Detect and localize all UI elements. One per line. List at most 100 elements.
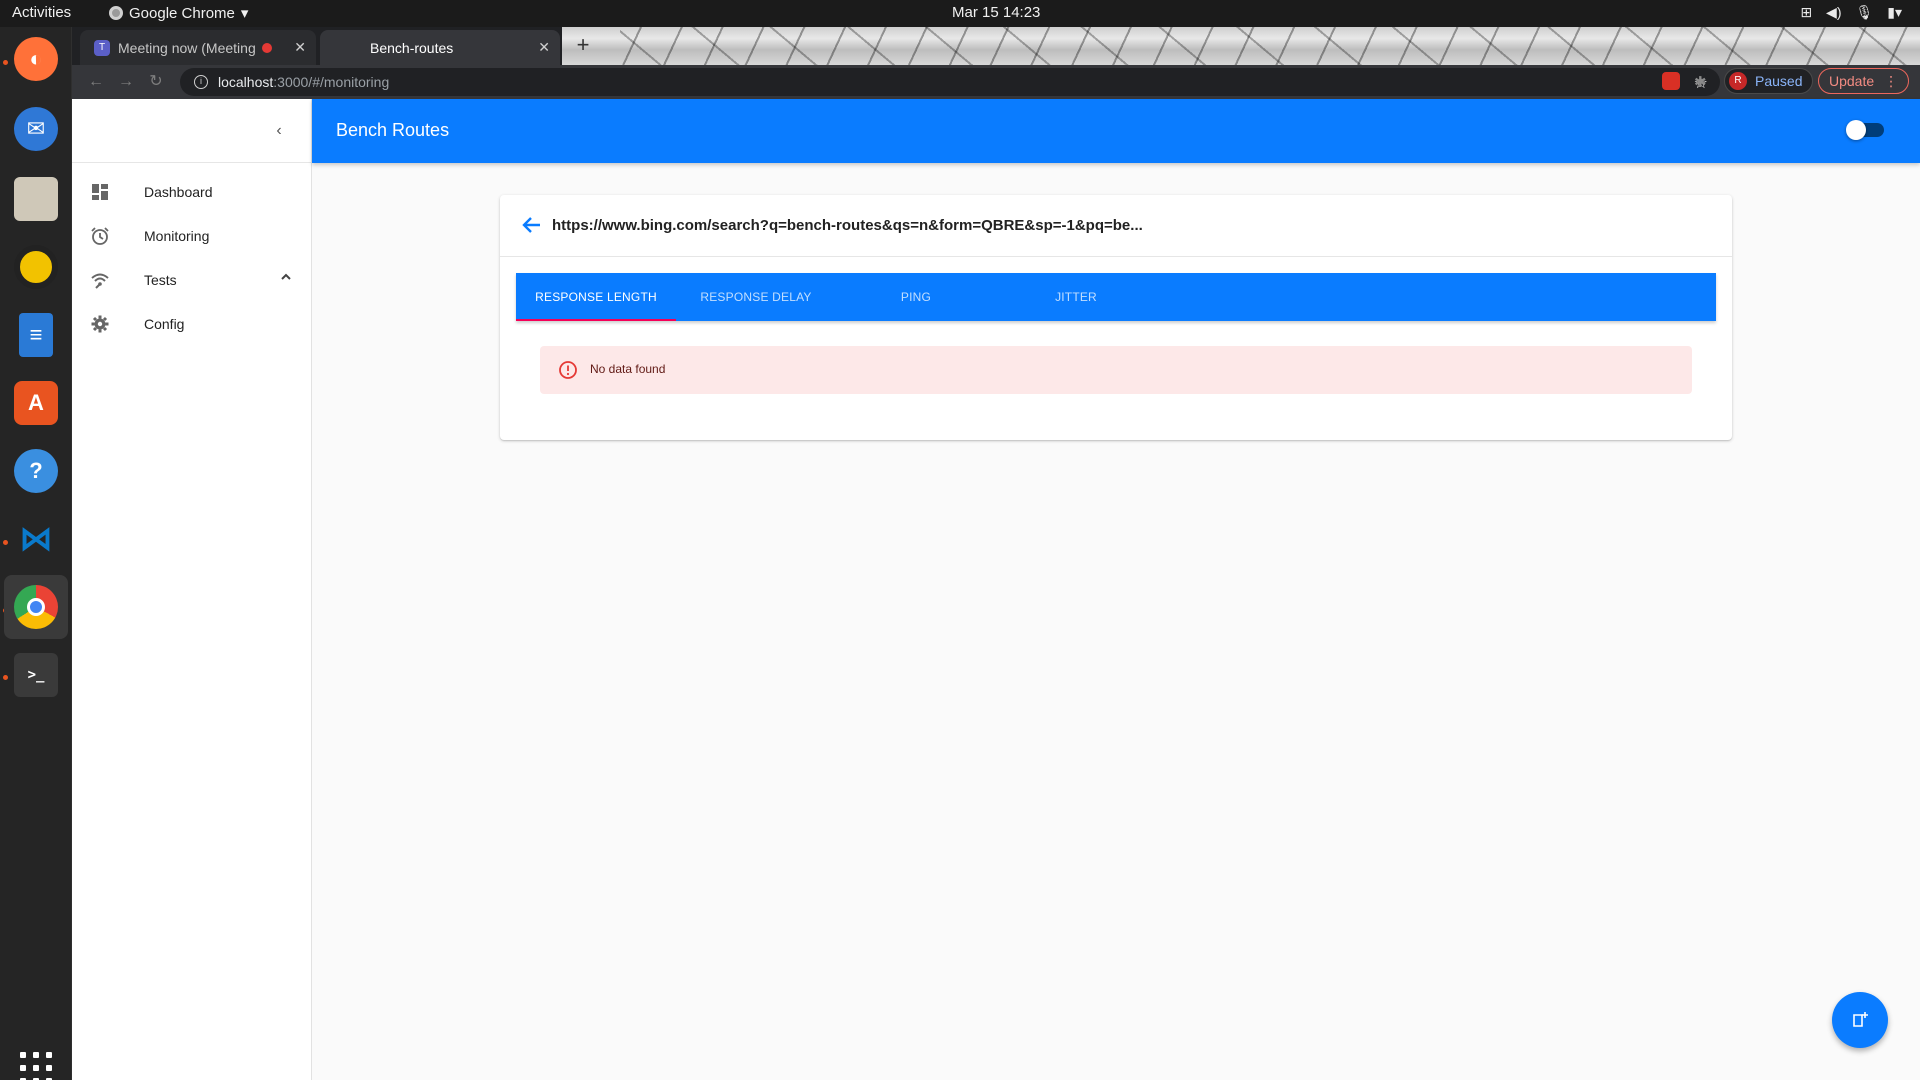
sidebar-item-label: Dashboard [144,184,213,200]
dock-rhythmbox[interactable] [10,241,62,293]
kebab-menu-icon: ⋮ [1884,72,1899,89]
route-url: https://www.bing.com/search?q=bench-rout… [552,217,1143,234]
system-tray[interactable]: ⊞ ◀) 🎙 ▮▾ [1800,4,1902,21]
sidebar-item-dashboard[interactable]: Dashboard [72,170,312,214]
running-indicator [3,675,8,680]
tab-response-delay[interactable]: RESPONSE DELAY [676,273,836,321]
recording-icon [261,42,272,53]
theme-background [620,27,1920,65]
note-add-icon [1853,1012,1868,1027]
volume-icon: ◀) [1826,4,1842,20]
clock[interactable]: Mar 15 14:23 [952,4,1040,21]
files-icon [14,177,58,221]
app-title: Bench Routes [336,120,450,140]
tab-title: Meeting now (Meeting [118,39,256,56]
sidebar-header: ‹ [72,99,311,163]
dock-vscode[interactable]: ⋈ [10,513,62,565]
running-indicator [3,60,8,65]
sidebar-item-label: Config [144,316,185,332]
software-center-icon: A [14,381,58,425]
app-menu-label: Google Chrome [129,4,235,22]
collapse-sidebar-icon[interactable]: ‹ [267,119,291,143]
help-icon: ? [14,449,58,493]
add-route-button[interactable] [1832,992,1888,1048]
url-path: :3000/#/monitoring [273,74,390,90]
puzzle-icon[interactable]: ✱ [1694,73,1710,91]
tab-bench-routes[interactable]: Bench-routes ✕ [320,30,560,65]
card-header: https://www.bing.com/search?q=bench-rout… [500,195,1732,257]
dock-terminal[interactable]: >_ [10,649,62,701]
sidebar: ‹ Dashboard Monitoring Tests Config [72,99,312,1080]
chrome-icon [14,585,58,629]
microphone-icon: 🎙 [1855,4,1874,20]
sidebar-item-tests[interactable]: Tests [72,258,312,302]
dashboard-icon [90,182,110,202]
gear-icon [90,314,110,334]
thunderbird-icon: ✉ [14,107,58,151]
back-arrow-icon[interactable] [520,213,544,237]
teams-icon: T [94,39,110,56]
show-applications-button[interactable] [20,1052,52,1080]
terminal-icon: >_ [14,653,58,697]
dock-firefox[interactable]: ◐ [10,33,62,85]
metric-tabs: RESPONSE LENGTH RESPONSE DELAY PING JITT… [516,273,1716,321]
dock-writer[interactable]: ≡ [10,309,62,361]
update-label: Update [1829,73,1875,89]
dock-software[interactable]: A [10,377,62,429]
libreoffice-writer-icon: ≡ [19,313,53,357]
tab-response-length[interactable]: RESPONSE LENGTH [516,273,676,321]
sidebar-item-label: Tests [144,272,177,288]
url-host: localhost [218,74,274,90]
tab-strip: T Meeting now (Meeting ✕ Bench-routes ✕ … [72,27,1920,65]
site-info-icon[interactable]: i [194,75,208,89]
chevron-up-icon [280,270,292,286]
address-bar[interactable]: i localhost:3000/#/monitoring ☆ [180,68,1720,96]
app-bar: Bench Routes [312,99,1920,163]
tab-title: Bench-routes [370,39,454,56]
active-tab-indicator [516,319,676,321]
avatar: R [1729,72,1747,90]
dock-files[interactable] [10,173,62,225]
error-outline-icon [559,361,577,379]
chrome-window: T Meeting now (Meeting ✕ Bench-routes ✕ … [72,27,1920,1080]
profile-button[interactable]: R Paused [1724,68,1814,94]
wifi-icon [90,270,110,290]
sidebar-item-monitoring[interactable]: Monitoring [72,214,312,258]
sidebar-item-label: Monitoring [144,228,210,244]
firefox-icon: ◐ [14,37,58,81]
new-tab-button[interactable]: + [570,33,596,59]
tab-jitter[interactable]: JITTER [996,273,1156,321]
dock-thunderbird[interactable]: ✉ [10,103,62,155]
rhythmbox-icon [14,245,58,289]
activities-button[interactable]: Activities [12,4,71,21]
battery-icon: ▮▾ [1887,4,1902,20]
theme-toggle-switch[interactable] [1846,120,1884,140]
chrome-small-icon [109,6,123,20]
extension-icon[interactable] [1662,72,1680,90]
switch-knob [1846,120,1866,140]
update-button[interactable]: Update ⋮ [1818,68,1910,94]
error-alert: No data found [540,346,1692,394]
dock-help[interactable]: ? [10,445,62,497]
running-indicator [3,540,8,545]
dock: ◐ ✉ ≡ A ? ⋈ >_ [0,27,72,1080]
profile-status: Paused [1755,73,1803,89]
network-icon: ⊞ [1800,4,1813,20]
sidebar-item-config[interactable]: Config [72,302,312,346]
system-top-bar: Activities Google Chrome ▾ Mar 15 14:23 … [0,0,1920,27]
caret-down-icon: ▾ [240,5,249,22]
alarm-clock-icon [90,226,110,246]
forward-icon[interactable]: → [116,72,136,92]
close-icon[interactable]: ✕ [294,39,306,56]
alert-message: No data found [590,362,666,376]
tab-ping[interactable]: PING [836,273,996,321]
reload-icon[interactable]: ↻ [146,72,166,92]
app-menu[interactable]: Google Chrome ▾ [109,4,248,22]
close-icon[interactable]: ✕ [538,39,550,56]
dock-chrome[interactable] [4,575,68,639]
tab-meeting[interactable]: T Meeting now (Meeting ✕ [80,30,316,65]
route-detail-card: https://www.bing.com/search?q=bench-rout… [500,195,1732,440]
browser-toolbar: ← → ↻ i localhost:3000/#/monitoring ☆ [72,65,1920,99]
back-icon[interactable]: ← [86,72,106,92]
web-page: ‹ Dashboard Monitoring Tests Config Benc… [72,99,1920,1080]
